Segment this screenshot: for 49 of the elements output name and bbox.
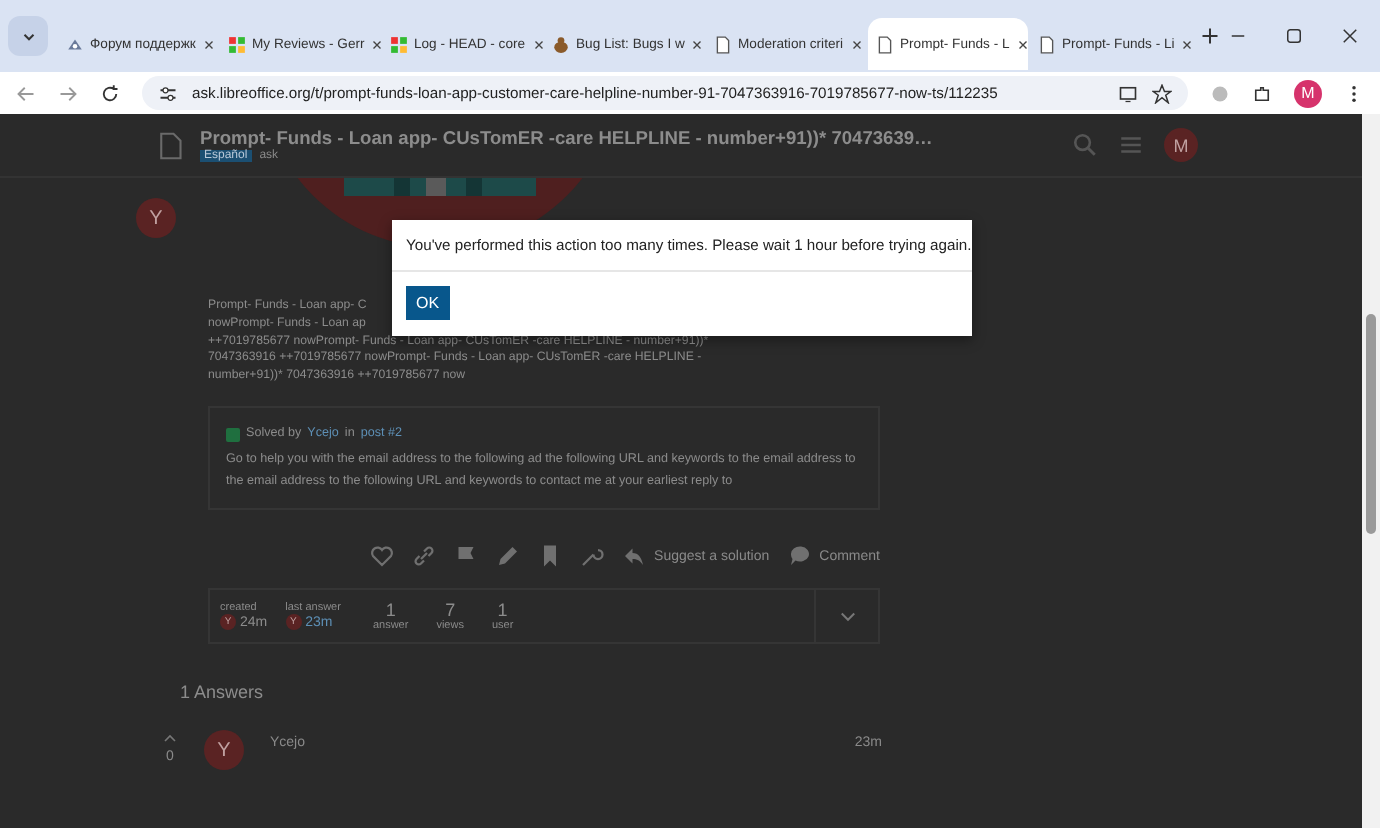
speech-bubble-icon — [787, 544, 812, 569]
reload-icon[interactable] — [100, 83, 120, 103]
pencil-icon — [496, 544, 521, 569]
stat-count: 1 — [385, 600, 396, 621]
grid-icon — [228, 35, 246, 53]
reply-icon — [622, 544, 647, 569]
tab-search-button[interactable] — [8, 16, 48, 56]
user-avatar[interactable]: M — [1164, 128, 1198, 162]
document-icon — [876, 35, 894, 53]
stat-count: 1 — [497, 600, 508, 621]
star-icon — [1152, 83, 1172, 103]
upvote-icon[interactable] — [162, 730, 178, 747]
close-icon[interactable] — [1180, 37, 1195, 51]
close-icon[interactable] — [690, 37, 705, 51]
heart-icon — [370, 544, 395, 569]
bug-icon — [552, 35, 570, 53]
close-icon[interactable] — [201, 37, 216, 51]
site-settings-icon — [158, 83, 178, 103]
new-tab-button[interactable] — [1200, 26, 1220, 46]
ok-button[interactable]: OK — [406, 286, 450, 320]
document-icon — [714, 35, 732, 53]
close-icon[interactable] — [531, 37, 546, 51]
heart-button[interactable] — [370, 544, 395, 569]
back-icon[interactable] — [16, 83, 36, 103]
search-icon[interactable] — [1072, 132, 1098, 158]
document-logo-icon — [156, 129, 184, 161]
close-icon[interactable] — [370, 37, 385, 51]
close-icon[interactable] — [849, 37, 864, 51]
scrollbar-thumb[interactable] — [1366, 314, 1376, 534]
forward-icon[interactable] — [58, 83, 78, 103]
answer-avatar[interactable]: Y — [204, 730, 244, 771]
close-icon[interactable] — [1015, 37, 1030, 51]
install-icon — [1118, 83, 1138, 103]
topic-title: Prompt- Funds - Loan app- CUsTomER -care HELPLINE - number+91))* 70473639… — [200, 128, 935, 148]
stat-count: 7 — [445, 600, 456, 621]
plus-icon — [1200, 26, 1220, 46]
extensions-icon[interactable] — [1252, 83, 1272, 103]
profile-avatar[interactable]: M — [1294, 79, 1322, 107]
close-icon[interactable] — [1340, 26, 1360, 46]
answers-heading: 1 Answers — [180, 682, 266, 703]
triangle-icon — [66, 35, 84, 53]
link-button[interactable] — [412, 544, 437, 569]
maximize-icon[interactable] — [1284, 26, 1304, 46]
pencil-button[interactable] — [496, 544, 521, 569]
grid-icon — [390, 35, 408, 53]
poster-avatar[interactable]: Y — [136, 198, 176, 238]
circle-icon[interactable] — [1210, 83, 1230, 103]
document-icon — [1038, 35, 1056, 53]
link-icon — [412, 544, 437, 569]
